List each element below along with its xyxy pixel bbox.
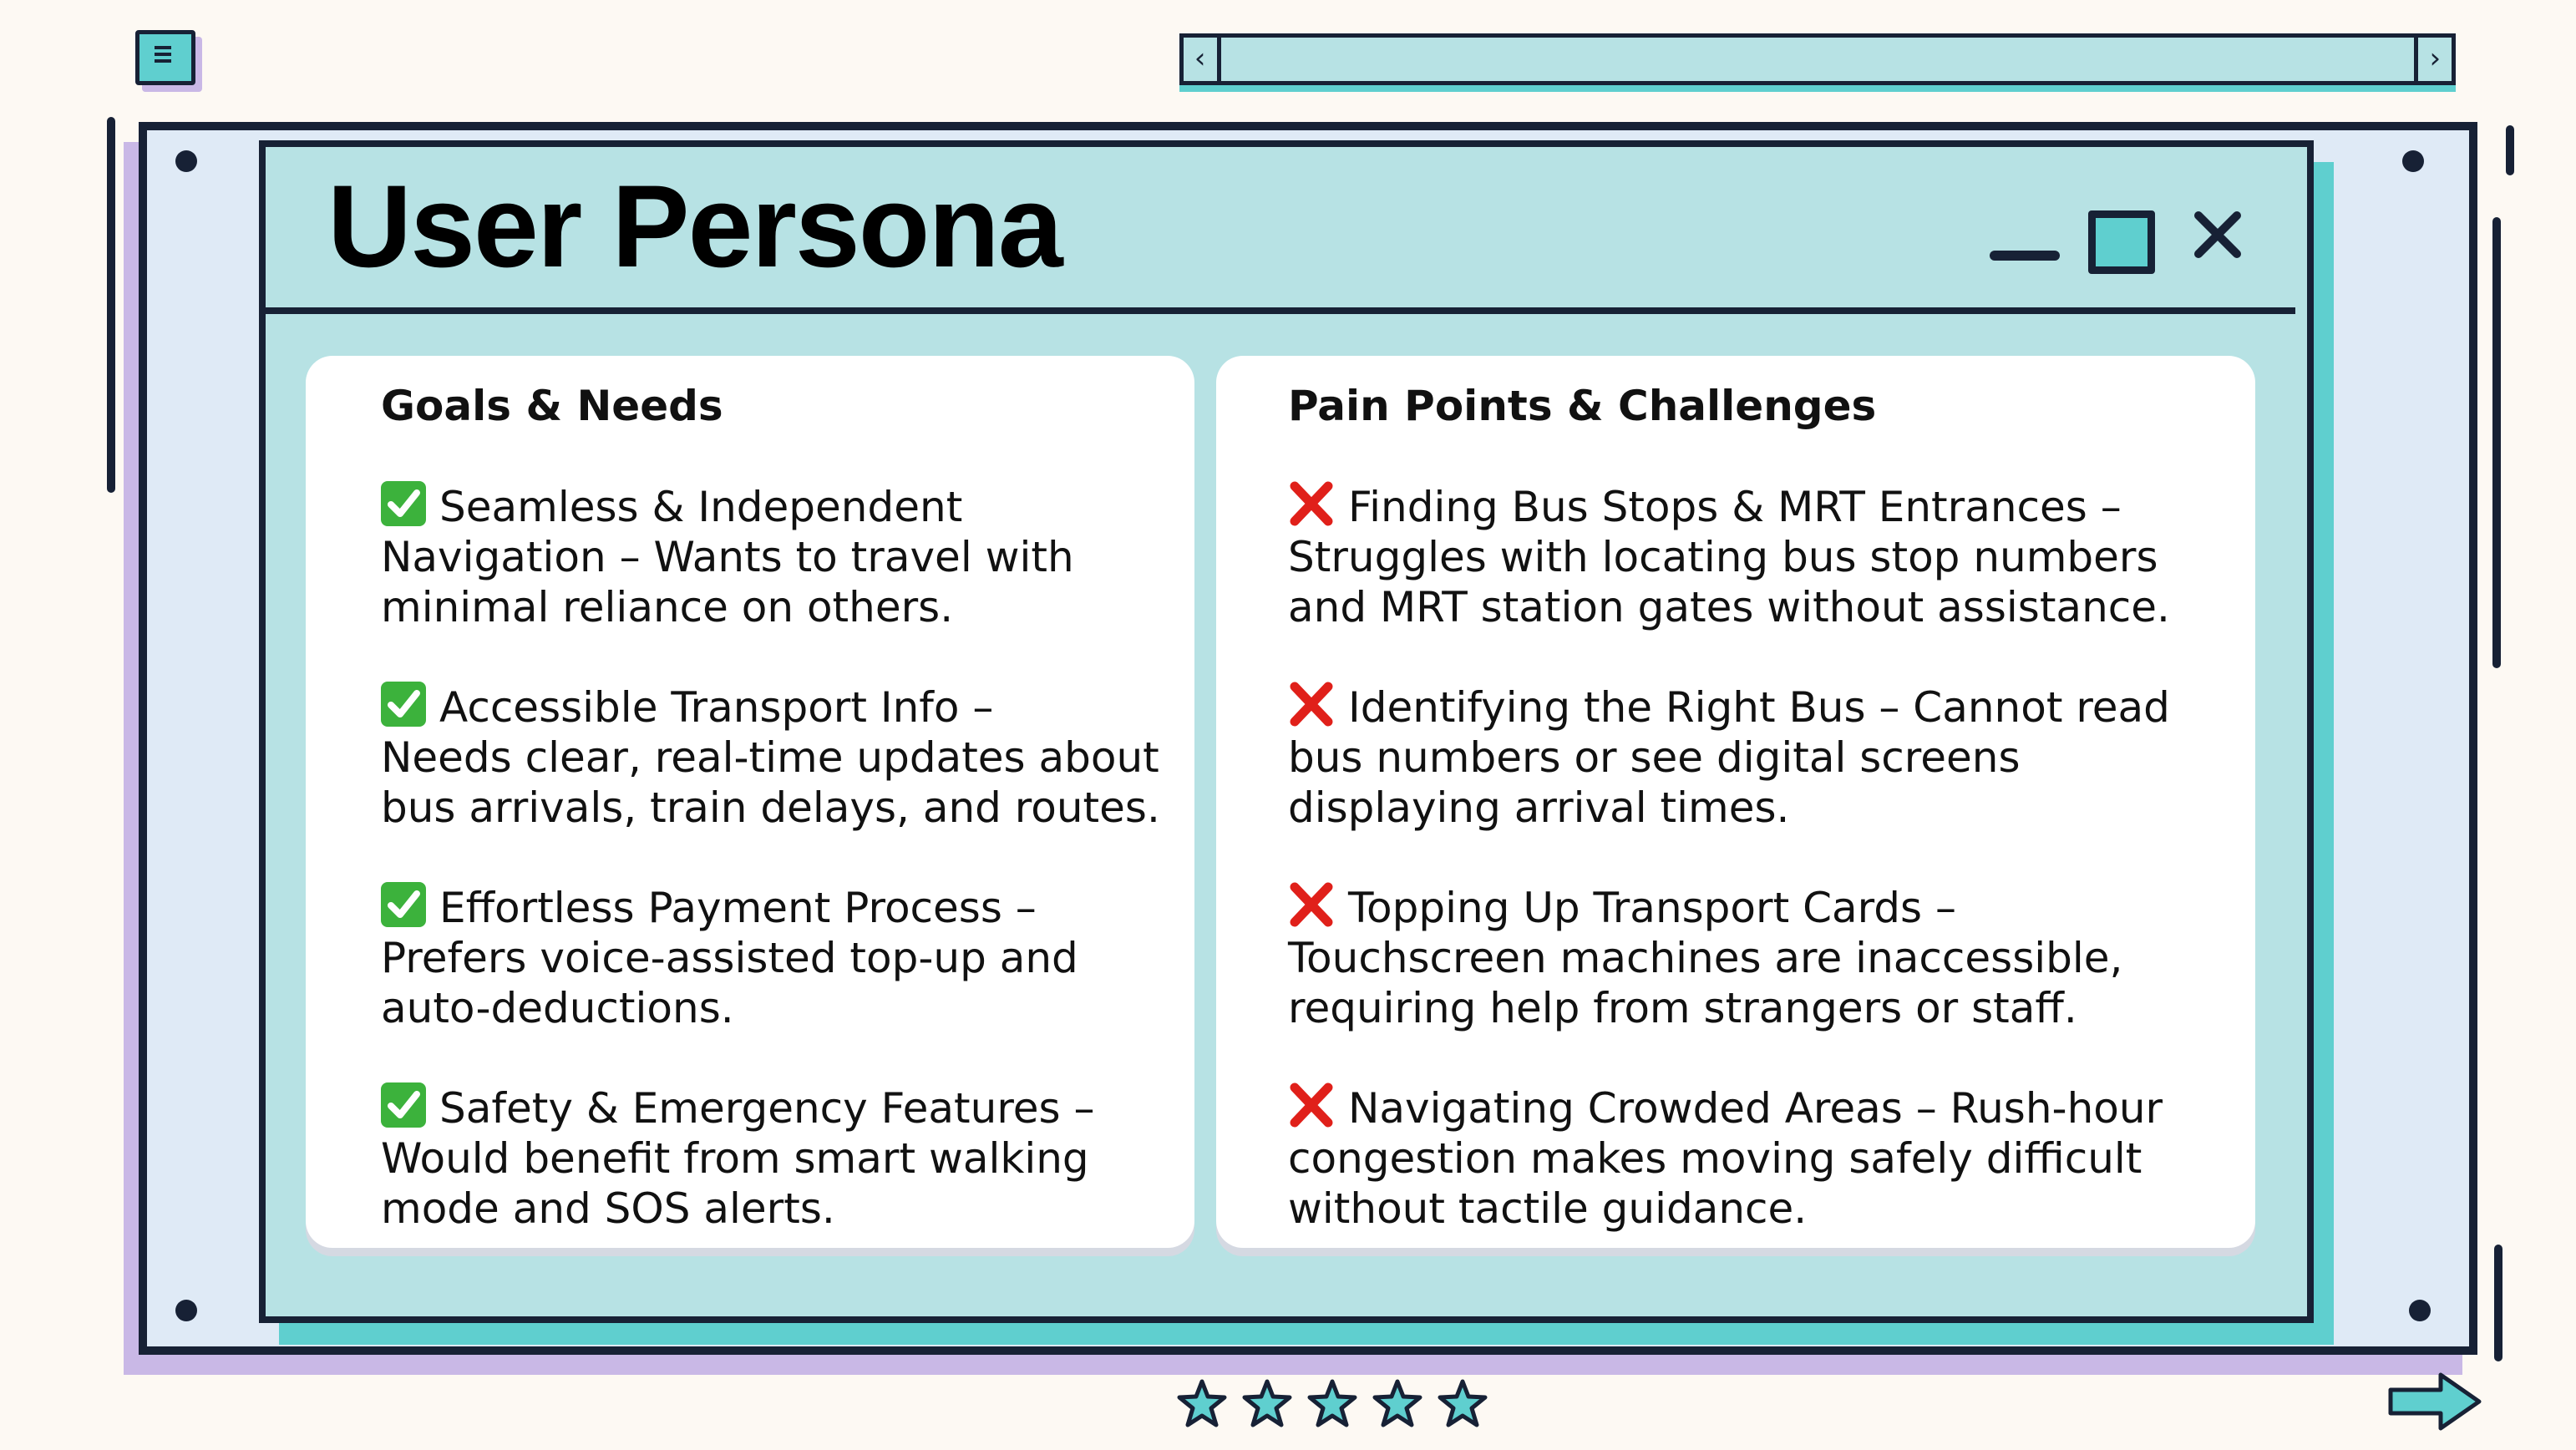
- corner-dot: [175, 1300, 197, 1321]
- pain-item: Topping Up Transport Cards – Touchscreen…: [1288, 882, 2123, 1032]
- star-icon: [1372, 1379, 1422, 1427]
- minimize-icon[interactable]: [1990, 251, 2060, 261]
- goals-card: Goals & Needs Seamless & Independent Nav…: [306, 356, 1194, 1248]
- star-icon: [1438, 1379, 1488, 1427]
- goal-item: Accessible Transport Info – Needs clear,…: [381, 682, 1160, 832]
- maximize-icon[interactable]: [2088, 210, 2155, 274]
- corner-dot: [2402, 150, 2424, 172]
- check-mark-icon: [381, 1082, 426, 1128]
- next-arrow-icon[interactable]: [2386, 1370, 2484, 1433]
- pain-item: Navigating Crowded Areas – Rush-hour con…: [1288, 1082, 2163, 1233]
- sketch-stroke: [2506, 125, 2514, 175]
- star-icon: [1307, 1379, 1357, 1427]
- goals-heading: Goals & Needs: [381, 382, 723, 430]
- pain-points-card: Pain Points & Challenges Finding Bus Sto…: [1216, 356, 2255, 1248]
- page-title: User Persona: [327, 160, 1063, 292]
- close-icon[interactable]: [2188, 205, 2247, 264]
- top-scrollbar[interactable]: ‹ ›: [1179, 33, 2456, 85]
- cross-mark-icon: [1288, 682, 1335, 727]
- pain-item: Finding Bus Stops & MRT Entrances – Stru…: [1288, 481, 2170, 631]
- sketch-stroke: [107, 117, 115, 493]
- check-mark-icon: [381, 682, 426, 727]
- star-icon: [1177, 1379, 1227, 1427]
- pain-points-heading: Pain Points & Challenges: [1288, 382, 1877, 430]
- check-mark-icon: [381, 882, 426, 927]
- goal-item: Seamless & Independent Navigation – Want…: [381, 481, 1074, 631]
- goal-item: Effortless Payment Process – Prefers voi…: [381, 882, 1078, 1032]
- corner-dot: [175, 150, 197, 172]
- check-mark-icon: [381, 481, 426, 526]
- star-icon: [1242, 1379, 1292, 1427]
- scroll-right-icon[interactable]: ›: [2414, 38, 2456, 81]
- sketch-stroke: [2492, 217, 2501, 668]
- pain-item: Identifying the Right Bus – Cannot read …: [1288, 682, 2170, 832]
- goal-item: Safety & Emergency Features – Would bene…: [381, 1082, 1095, 1233]
- cross-mark-icon: [1288, 1082, 1335, 1128]
- scroll-left-icon[interactable]: ‹: [1179, 38, 1221, 81]
- sketch-stroke: [2494, 1245, 2502, 1361]
- menu-icon[interactable]: [135, 30, 195, 85]
- corner-dot: [2409, 1300, 2431, 1321]
- cross-mark-icon: [1288, 481, 1335, 526]
- cross-mark-icon: [1288, 882, 1335, 927]
